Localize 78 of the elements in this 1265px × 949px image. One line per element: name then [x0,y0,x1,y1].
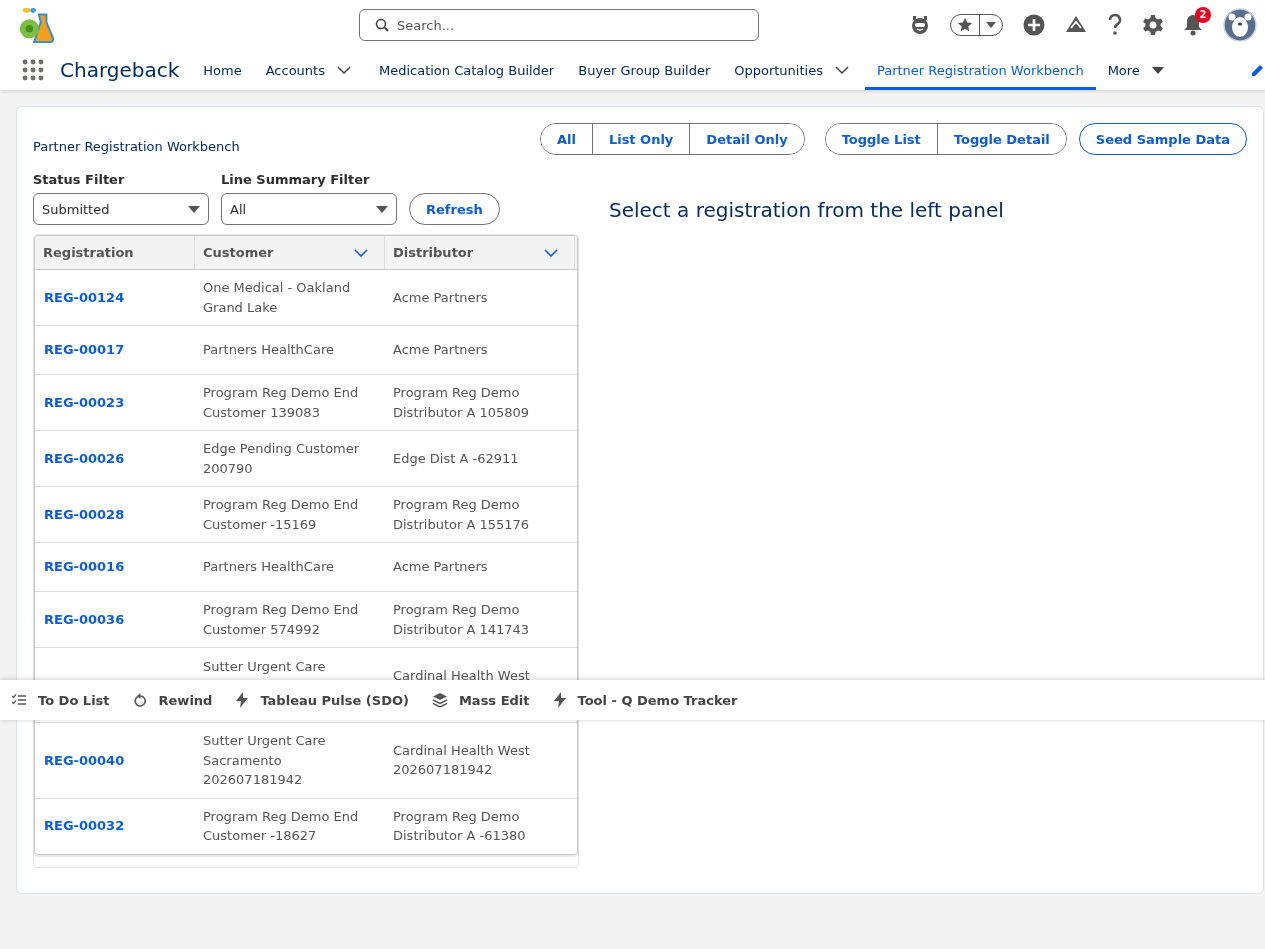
table-cell-text: Acme Partners [393,288,488,307]
table-cell-text: Program Reg Demo End Customer -18627 [203,807,360,845]
table-cell-text: Program Reg Demo Distributor A 141743 [393,601,531,639]
registration-link[interactable]: REG-00017 [44,340,125,360]
column-header[interactable]: Registration [35,236,195,269]
utility-item[interactable]: Tool - Q Demo Tracker [553,680,750,720]
settings-icon[interactable] [1143,15,1163,35]
nav-tab[interactable]: Opportunities [722,50,835,90]
registration-link[interactable]: REG-00032 [44,816,125,836]
filter-select[interactable]: Submitted [33,193,209,225]
search-field[interactable]: Search... [359,9,759,41]
table-cell-text: Program Reg Demo Distributor A 155176 [393,496,531,534]
column-header[interactable]: Distributor [385,236,575,269]
robot-face-icon[interactable] [910,15,930,35]
chevron-down-icon[interactable] [336,66,351,74]
lightning-bolt-icon [236,692,249,708]
app-logo-icon [17,6,55,44]
nav-tab[interactable]: Partner Registration Workbench [864,50,1096,90]
avatar-icon[interactable] [1223,8,1257,42]
mountain-icon[interactable] [1065,15,1087,35]
layers-icon [432,693,447,707]
table-cell-text: Program Reg Demo Distributor A 105809 [393,384,531,422]
table-cell-text: Partners HealthCare [203,558,334,577]
utility-item[interactable]: To Do List [12,680,122,720]
chevron-down-icon[interactable] [544,248,558,257]
pencil-icon[interactable] [1251,63,1265,77]
rewind-icon [133,693,147,707]
table-cell-text: Acme Partners [393,341,488,360]
table-cell-text: Edge Pending Customer 200790 [203,440,361,478]
nav-tab[interactable]: Buyer Group Builder [566,50,723,90]
add-icon[interactable] [1023,14,1045,36]
caret-down-icon [376,205,388,213]
search-icon [375,18,389,32]
caret-down-icon [986,22,996,28]
table-cell-text: Sutter Urgent Care [203,658,326,676]
table-cell-text: Partners HealthCare [203,341,334,360]
app-launcher-icon[interactable] [22,59,44,81]
filter-select[interactable]: All [221,193,397,225]
registration-link[interactable]: REG-00124 [44,287,125,308]
table-cell-text: Acme Partners [393,558,488,577]
nav-tab[interactable]: Medication Catalog Builder [366,50,567,90]
caret-down-icon[interactable] [1151,66,1164,74]
more-tab[interactable]: More [1095,50,1152,90]
chevron-down-icon[interactable] [834,66,849,74]
table-cell-text: Sutter Urgent Care Sacramento 202607181942 [203,732,327,789]
registration-link[interactable]: REG-00023 [44,392,125,413]
nav-tab[interactable]: Accounts [253,50,337,90]
filter-label: Status Filter [33,172,126,187]
registration-link[interactable]: REG-00016 [44,557,125,577]
table-cell-text: Program Reg Demo End Customer 139083 [203,384,360,422]
filter-label: Line Summary Filter [221,172,371,187]
lightning-bolt-icon [553,692,566,708]
column-header[interactable]: Customer [195,236,385,269]
registration-link[interactable]: REG-00036 [44,609,125,630]
caret-down-icon [188,205,200,213]
table-cell-text: Cardinal Health West 202607181942 [393,741,531,780]
table-cell-text: Program Reg Demo Distributor A -61380 [393,807,527,845]
table-cell-text: One Medical - Oakland Grand Lake [203,279,352,317]
table-cell-text: Program Reg Demo End Customer -15169 [203,496,360,534]
utility-item[interactable]: Rewind [133,680,225,720]
nav-tab[interactable]: Home [191,50,254,90]
table-cell-text: Program Reg Demo End Customer 574992 [203,601,360,639]
refresh-button[interactable]: Refresh [409,193,500,225]
detail-placeholder-text: Select a registration from the left panel [609,198,1004,222]
notification-count: 2 [1195,7,1211,23]
chevron-down-icon[interactable] [354,248,368,257]
view-button[interactable]: Detail Only [689,124,804,154]
registration-link[interactable]: REG-00028 [44,504,125,525]
registration-link[interactable]: REG-00040 [44,750,125,770]
checklist-icon [12,694,26,706]
page-title: Partner Registration Workbench [33,139,240,154]
star-icon [957,17,973,33]
table-cell-text: Edge Dist A -62911 [393,449,519,468]
app-name: Chargeback [60,58,180,82]
toggle-button[interactable]: Toggle Detail [936,124,1066,154]
help-icon[interactable] [1107,14,1123,36]
registration-link[interactable]: REG-00026 [44,448,125,469]
seed-sample-data-button[interactable]: Seed Sample Data [1078,123,1247,155]
